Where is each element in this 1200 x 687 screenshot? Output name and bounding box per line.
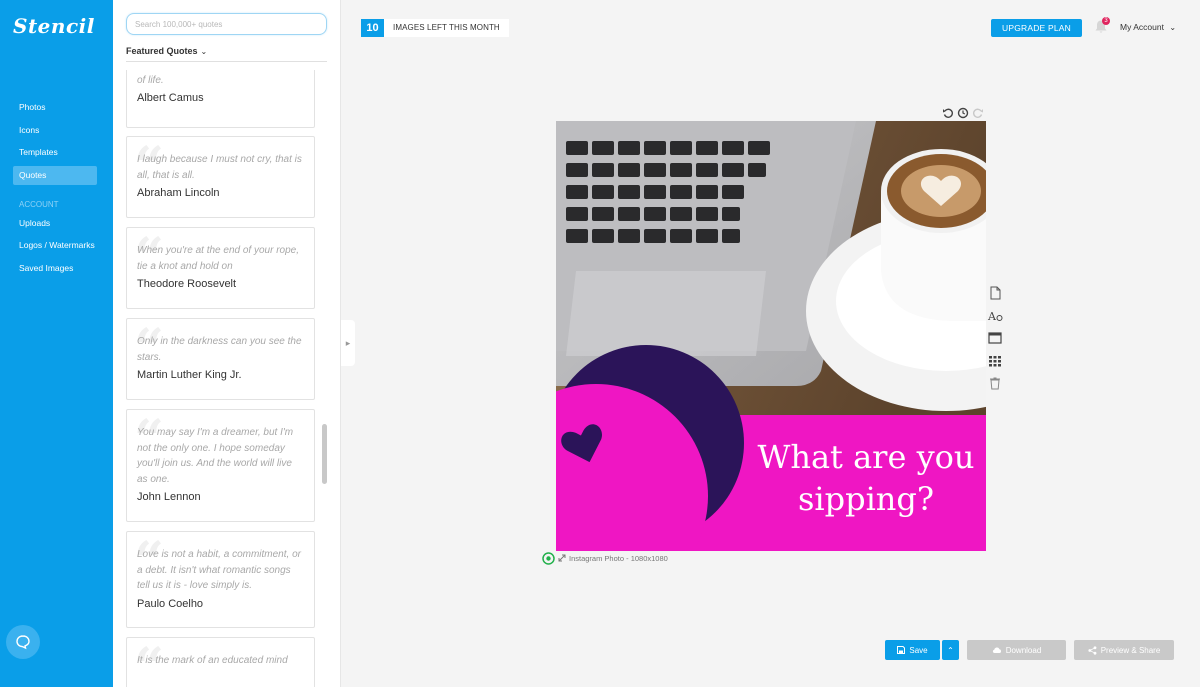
divider [126, 61, 327, 62]
quote-card[interactable]: “ It is the mark of an educated mind [126, 637, 315, 687]
images-left-label: IMAGES LEFT THIS MONTH [384, 19, 509, 37]
quote-author: Abraham Lincoln [137, 187, 220, 199]
resize-icon[interactable] [557, 553, 567, 563]
collapse-panel-tab[interactable]: ▸ [341, 320, 355, 366]
sidebar-item-uploads[interactable]: Uploads [13, 214, 97, 233]
svg-text:A: A [987, 310, 997, 323]
design-canvas[interactable]: What are you sipping? [556, 121, 986, 551]
save-button[interactable]: Save [885, 640, 940, 660]
chat-bubble-icon [16, 635, 30, 650]
quote-author: John Lennon [137, 491, 201, 503]
quote-card[interactable]: “ You may say I'm a dreamer, but I'm not… [126, 409, 315, 522]
document-icon[interactable] [987, 285, 1003, 301]
my-account-menu[interactable]: My Account ⌄ [1120, 22, 1176, 32]
sidebar-section-account: ACCOUNT [19, 199, 59, 209]
floppy-disk-icon [897, 646, 906, 654]
redo-icon[interactable] [972, 107, 984, 119]
featured-quotes-label: Featured Quotes [126, 46, 198, 56]
quote-card[interactable]: “ I laugh because I must not cry, that i… [126, 136, 315, 218]
history-icon[interactable] [957, 107, 969, 119]
sidebar-item-logos-watermarks[interactable]: Logos / Watermarks [13, 236, 97, 255]
upgrade-plan-button[interactable]: UPGRADE PLAN [991, 19, 1082, 37]
cloud-download-icon [992, 647, 1001, 653]
chevron-down-icon: ⌄ [200, 47, 208, 56]
quote-list-scrollbar[interactable] [322, 424, 327, 484]
quote-author: Theodore Roosevelt [137, 278, 237, 290]
stencil-logo[interactable]: Stencil [13, 14, 95, 38]
save-button-label: Save [909, 645, 928, 655]
sidebar-item-saved-images[interactable]: Saved Images [13, 259, 97, 278]
help-chat-button[interactable] [6, 625, 40, 659]
heart-icon [561, 424, 602, 463]
quote-card[interactable]: “ Only in the darkness can you see the s… [126, 318, 315, 400]
canvas-format-label: Instagram Photo - 1080x1080 [569, 553, 668, 563]
images-left-count: 10 [361, 19, 384, 37]
canvas-side-tools: A [987, 285, 1003, 398]
download-button[interactable]: Download [967, 640, 1066, 660]
canvas-format: Instagram Photo - 1080x1080 [542, 551, 668, 565]
sidebar: Stencil Photos Icons Templates Quotes AC… [0, 0, 113, 687]
quote-card[interactable]: “ When you're at the end of your rope, t… [126, 227, 315, 309]
sidebar-item-icons[interactable]: Icons [13, 121, 97, 140]
download-button-label: Download [1005, 645, 1042, 655]
sidebar-item-quotes[interactable]: Quotes [13, 165, 97, 185]
notification-badge: 3 [1102, 17, 1110, 25]
share-icon [1088, 645, 1097, 655]
quote-text: You may say I'm a dreamer, but I'm not t… [137, 427, 294, 485]
text-style-icon[interactable]: A [987, 308, 1003, 324]
preview-share-button-label: Preview & Share [1100, 645, 1161, 655]
featured-quotes-dropdown[interactable]: Featured Quotes ⌄ [126, 46, 207, 56]
quote-author: Paulo Coelho [137, 597, 204, 610]
canvas-headline[interactable]: What are you sipping? [746, 436, 986, 520]
sidebar-nav: Photos Icons Templates Quotes ACCOUNT Up… [13, 98, 97, 281]
my-account-label: My Account [1120, 22, 1164, 32]
chevron-right-icon: ▸ [345, 337, 351, 348]
quote-text: Love is not a habit, a commitment, or a … [137, 549, 301, 591]
chevron-down-icon: ⌄ [1169, 23, 1177, 32]
quote-text: When you're at the end of your rope, tie… [137, 245, 300, 272]
quote-author: Martin Luther King Jr. [137, 369, 242, 381]
save-options-button[interactable]: ⌃ [942, 640, 959, 660]
quote-list: live if you are looking for the meaning … [126, 70, 317, 687]
chevron-up-icon: ⌃ [947, 645, 954, 655]
quote-search-input[interactable] [126, 13, 327, 35]
quote-card[interactable]: live if you are looking for the meaning … [126, 70, 315, 128]
quote-card[interactable]: “ Love is not a habit, a commitment, or … [126, 531, 315, 628]
images-left-indicator: 10 IMAGES LEFT THIS MONTH [361, 19, 509, 37]
quote-text: Only in the darkness can you see the sta… [137, 336, 302, 363]
quote-author: Albert Camus [137, 92, 204, 104]
sidebar-item-photos[interactable]: Photos [13, 98, 97, 117]
quote-text: I laugh because I must not cry, that is … [137, 154, 302, 181]
sidebar-item-templates[interactable]: Templates [13, 143, 97, 162]
quote-text: live if you are looking for the meaning … [137, 74, 164, 86]
size-frame-icon[interactable] [987, 330, 1003, 346]
grid-icon[interactable] [987, 353, 1003, 369]
target-icon[interactable] [542, 551, 555, 565]
quote-text: It is the mark of an educated mind [137, 655, 288, 666]
undo-icon[interactable] [942, 107, 954, 119]
preview-share-button[interactable]: Preview & Share [1074, 640, 1174, 660]
canvas-history-tools [942, 107, 986, 119]
trash-icon[interactable] [987, 375, 1003, 391]
quotes-panel: Featured Quotes⌄ live if you are looking… [113, 0, 341, 687]
